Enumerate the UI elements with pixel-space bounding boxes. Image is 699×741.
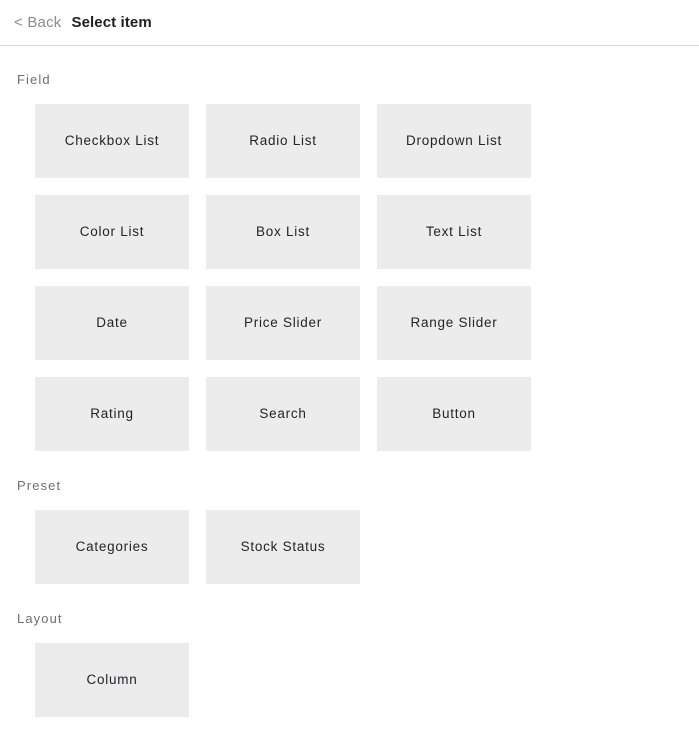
section-field: Field Checkbox List Radio List Dropdown …	[0, 46, 699, 451]
section-preset: Preset Categories Stock Status	[0, 451, 699, 584]
item-card-checkbox-list[interactable]: Checkbox List	[35, 104, 189, 178]
item-card-color-list[interactable]: Color List	[35, 195, 189, 269]
section-label-layout: Layout	[17, 611, 63, 626]
layout-item-grid: Column	[0, 643, 699, 717]
item-card-label: Search	[259, 405, 307, 421]
item-card-range-slider[interactable]: Range Slider	[377, 286, 531, 360]
item-card-label: Date	[96, 314, 128, 330]
item-card-label: Button	[432, 405, 476, 421]
item-card-label: Checkbox List	[64, 132, 160, 148]
section-label-field: Field	[17, 72, 51, 87]
back-button[interactable]: < Back	[14, 14, 61, 31]
select-item-panel: < Back Select item Field Checkbox List R…	[0, 0, 699, 741]
item-card-column[interactable]: Column	[35, 643, 189, 717]
item-card-search[interactable]: Search	[206, 377, 360, 451]
item-card-price-slider[interactable]: Price Slider	[206, 286, 360, 360]
item-card-label: Rating	[90, 405, 134, 421]
item-card-radio-list[interactable]: Radio List	[206, 104, 360, 178]
item-card-label: Column	[86, 671, 138, 687]
item-card-label: Text List	[425, 223, 483, 239]
item-card-label: Radio List	[249, 132, 317, 148]
panel-body: Field Checkbox List Radio List Dropdown …	[0, 46, 699, 717]
item-card-stock-status[interactable]: Stock Status	[206, 510, 360, 584]
item-card-rating[interactable]: Rating	[35, 377, 189, 451]
item-card-label: Dropdown List	[405, 132, 503, 148]
item-card-label: Range Slider	[410, 314, 498, 330]
item-card-dropdown-list[interactable]: Dropdown List	[377, 104, 531, 178]
page-title: Select item	[71, 14, 152, 31]
item-card-label: Price Slider	[243, 314, 323, 330]
item-card-label: Color List	[79, 223, 145, 239]
section-label-preset: Preset	[17, 478, 62, 493]
item-card-box-list[interactable]: Box List	[206, 195, 360, 269]
panel-header: < Back Select item	[0, 0, 699, 46]
item-card-label: Box List	[255, 223, 311, 239]
field-item-grid: Checkbox List Radio List Dropdown List C…	[0, 104, 699, 451]
item-card-label: Categories	[75, 538, 149, 554]
item-card-button[interactable]: Button	[377, 377, 531, 451]
section-layout: Layout Column	[0, 584, 699, 717]
item-card-date[interactable]: Date	[35, 286, 189, 360]
item-card-label: Stock Status	[240, 538, 326, 554]
item-card-text-list[interactable]: Text List	[377, 195, 531, 269]
item-card-categories[interactable]: Categories	[35, 510, 189, 584]
preset-item-grid: Categories Stock Status	[0, 510, 699, 584]
